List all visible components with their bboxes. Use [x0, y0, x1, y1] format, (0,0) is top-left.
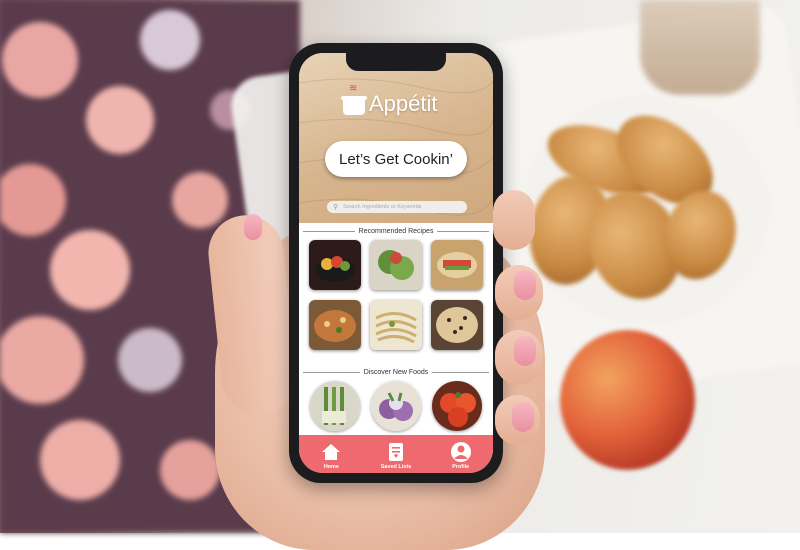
peach [560, 330, 695, 470]
cooking-pot-icon: ≋ [341, 83, 367, 115]
app-screen: ≋ Appétit Let’s Get Cookin’ ⚲ Search Ing… [299, 53, 493, 473]
recipe-card[interactable] [370, 240, 422, 290]
section-title: Discover New Foods [363, 368, 429, 376]
nav-home[interactable]: Home [306, 442, 356, 470]
nav-label: Saved Lists [380, 464, 412, 470]
nav-saved-lists[interactable]: Saved Lists [371, 442, 421, 470]
search-icon: ⚲ [333, 204, 339, 211]
search-input[interactable]: ⚲ Search Ingredients or Keywords [327, 201, 467, 213]
leek-icon [310, 381, 360, 431]
fingernail [514, 270, 536, 300]
app-logo: ≋ Appétit [341, 83, 438, 117]
get-cooking-button[interactable]: Let’s Get Cookin’ [325, 141, 467, 177]
recipe-card[interactable] [431, 240, 483, 290]
nav-label: Profile [452, 464, 470, 470]
wrap-icon [431, 240, 483, 290]
tomato-icon [432, 381, 482, 431]
salad-bowl-icon [309, 240, 361, 290]
noodles-icon [370, 300, 422, 350]
recipe-card[interactable] [309, 300, 361, 350]
food-item[interactable] [310, 381, 360, 431]
search-placeholder: Search Ingredients or Keywords [343, 204, 422, 210]
wood-grain [299, 78, 493, 216]
profile-icon [450, 442, 471, 462]
discover-section-header: Discover New Foods [299, 366, 493, 378]
food-item[interactable] [371, 381, 421, 431]
pasta-icon [431, 300, 483, 350]
soup-icon [309, 300, 361, 350]
fingernail [512, 402, 534, 432]
nav-label: Home [323, 464, 339, 470]
fingernail [244, 214, 262, 240]
green-salad-icon [370, 240, 422, 290]
saved-lists-icon [388, 443, 403, 461]
section-title: Recommended Recipes [358, 227, 434, 235]
header-wood-panel: ≋ Appétit Let’s Get Cookin’ ⚲ Search Ing… [299, 53, 493, 223]
recipe-card[interactable] [309, 240, 361, 290]
turnip-icon [371, 381, 421, 431]
recommended-section-header: Recommended Recipes [299, 225, 493, 237]
coffee-cup [640, 0, 760, 95]
fingernail [514, 336, 536, 366]
brand-name: Appétit [369, 91, 438, 116]
nav-profile[interactable]: Profile [436, 442, 486, 470]
recipe-card[interactable] [370, 300, 422, 350]
phone-notch [346, 53, 446, 71]
bottom-navigation: Home Saved Lists Profile [299, 435, 493, 473]
home-icon [322, 444, 341, 460]
finger [493, 190, 535, 250]
recipe-card[interactable] [431, 300, 483, 350]
food-item[interactable] [432, 381, 482, 431]
phone-frame: ≋ Appétit Let’s Get Cookin’ ⚲ Search Ing… [289, 43, 503, 483]
